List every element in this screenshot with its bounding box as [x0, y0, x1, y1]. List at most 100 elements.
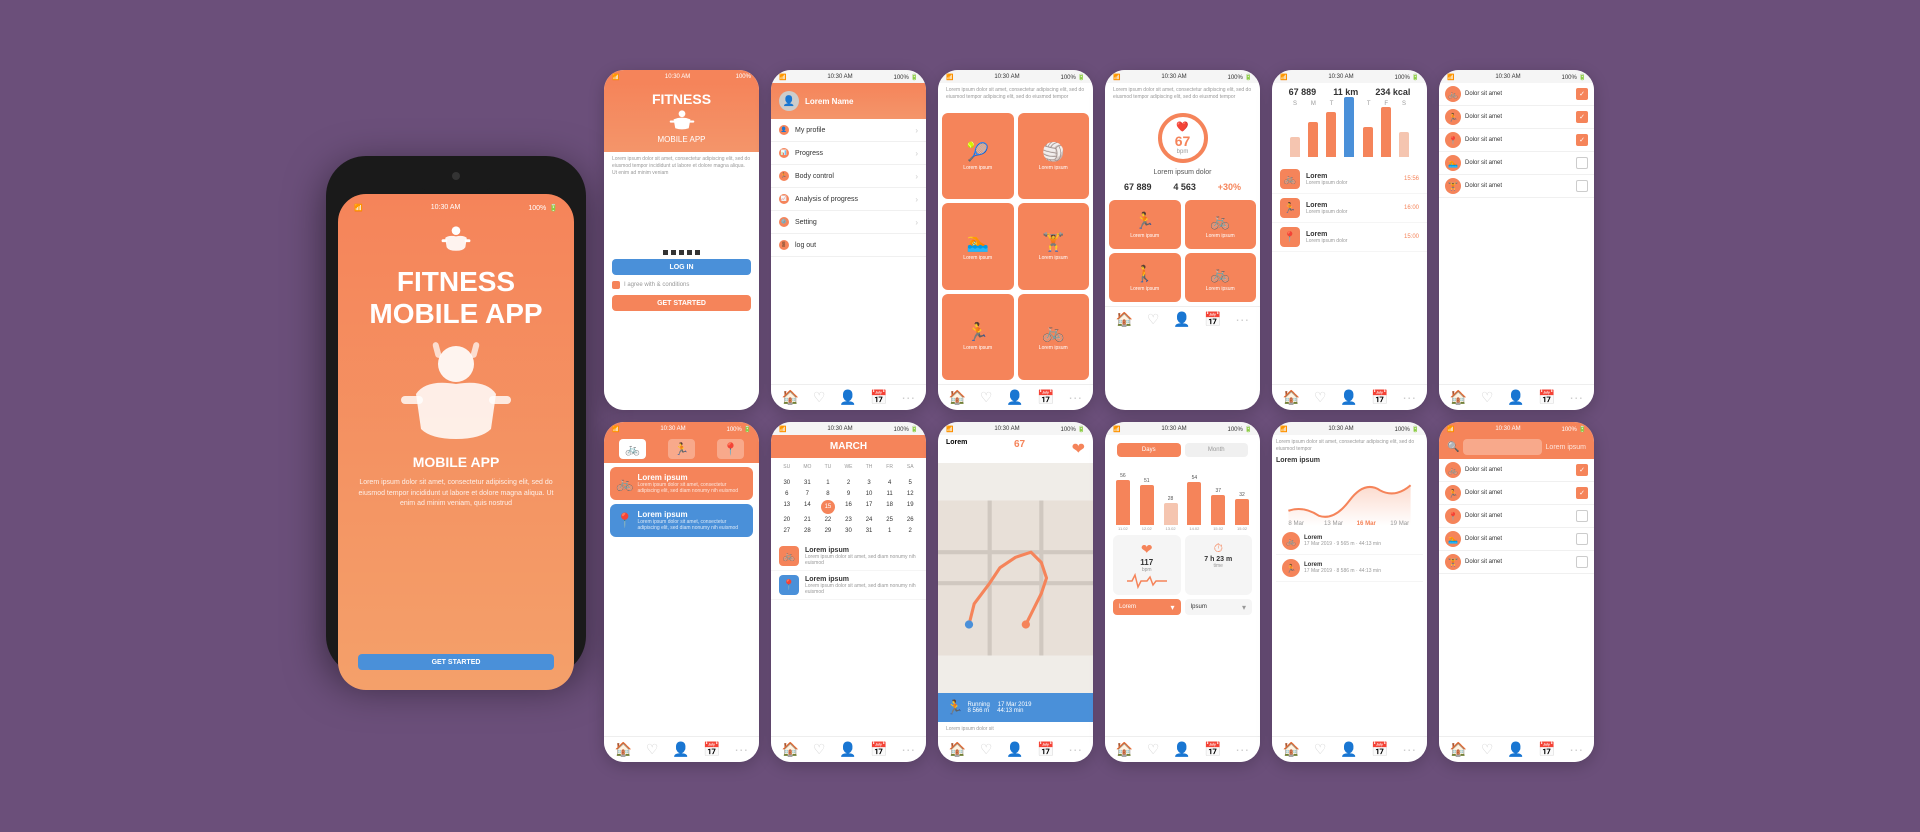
nav-home-7[interactable]: 🏠	[615, 741, 632, 758]
nav-cal-3[interactable]: 📅	[1037, 389, 1054, 406]
nav-heart-4[interactable]: ♡	[1147, 311, 1160, 328]
cal-d-31[interactable]: 31	[798, 478, 818, 488]
nav-home-8[interactable]: 🏠	[782, 741, 799, 758]
nav-user-10[interactable]: 👤	[1173, 741, 1190, 758]
toggle-month[interactable]: Month	[1185, 443, 1249, 457]
menu-logout[interactable]: 🚪 log out	[771, 234, 926, 257]
nav-heart-5[interactable]: ♡	[1314, 389, 1327, 406]
result-check-4[interactable]	[1576, 533, 1588, 545]
nav-user-8[interactable]: 👤	[839, 741, 856, 758]
nav-cal-8[interactable]: 📅	[870, 741, 887, 758]
cal-d-24[interactable]: 24	[859, 515, 879, 525]
nav-home-3[interactable]: 🏠	[949, 389, 966, 406]
nav-heart-3[interactable]: ♡	[980, 389, 993, 406]
nav-user-4[interactable]: 👤	[1173, 311, 1190, 328]
nav-more-7[interactable]: ···	[734, 741, 748, 758]
nav-user-6[interactable]: 👤	[1507, 389, 1524, 406]
nav-user-3[interactable]: 👤	[1006, 389, 1023, 406]
icon-cell-run[interactable]: 🏃 Lorem ipsum	[1109, 200, 1181, 249]
cal-d-8[interactable]: 8	[818, 489, 838, 499]
result-3[interactable]: 📍 Dolor sit amet	[1439, 505, 1594, 528]
nav-cal-9[interactable]: 📅	[1037, 741, 1054, 758]
cal-d-19[interactable]: 19	[900, 500, 920, 514]
cal-d-31b[interactable]: 31	[859, 526, 879, 536]
big-get-started-btn[interactable]: GET STARTED	[358, 654, 554, 670]
workout-1[interactable]: 🚲 Lorem 17 Mar 2019 · 9 565 m · 44:13 mi…	[1276, 528, 1423, 555]
nav-cal-12[interactable]: 📅	[1538, 741, 1555, 758]
nav-cal-5[interactable]: 📅	[1371, 389, 1388, 406]
activity-1[interactable]: 🚲 Lorem Lorem ipsum dolor 15:56	[1272, 165, 1427, 194]
nav-user-7[interactable]: 👤	[672, 741, 689, 758]
nav-heart-8[interactable]: ♡	[813, 741, 826, 758]
menu-analysis[interactable]: 📈 Analysis of progress ›	[771, 188, 926, 211]
toggle-days[interactable]: Days	[1117, 443, 1181, 457]
nav-user-12[interactable]: 👤	[1507, 741, 1524, 758]
cal-activity-1[interactable]: 🚲 Lorem ipsum Lorem ipsum dolor sit amet…	[771, 542, 926, 571]
icon-pin-bar[interactable]: 📍	[717, 439, 744, 459]
check-box-5[interactable]	[1576, 180, 1588, 192]
icon-cell-bike[interactable]: 🚲 Lorem ipsum	[1185, 200, 1257, 249]
cal-d-1[interactable]: 1	[818, 478, 838, 488]
nav-heart-11[interactable]: ♡	[1314, 741, 1327, 758]
result-check-2[interactable]: ✓	[1576, 487, 1588, 499]
nav-home[interactable]: 🏠	[782, 389, 799, 406]
check-3[interactable]: 📍 Dolor sit amet ✓	[1439, 129, 1594, 152]
nav-more-8[interactable]: ···	[901, 741, 915, 758]
nav-home-5[interactable]: 🏠	[1283, 389, 1300, 406]
cat-gym[interactable]: 🏋️ Lorem ipsum	[1018, 203, 1090, 289]
check-box-3[interactable]: ✓	[1576, 134, 1588, 146]
nav-more-9[interactable]: ···	[1068, 741, 1082, 758]
result-check-5[interactable]	[1576, 556, 1588, 568]
nav-home-12[interactable]: 🏠	[1450, 741, 1467, 758]
nav-more[interactable]: ···	[901, 389, 915, 406]
cal-d-21[interactable]: 21	[798, 515, 818, 525]
nav-cal-7[interactable]: 📅	[703, 741, 720, 758]
nav-cal-4[interactable]: 📅	[1204, 311, 1221, 328]
cat-run[interactable]: 🏃 Lorem ipsum	[942, 294, 1014, 380]
cal-d-11[interactable]: 11	[880, 489, 900, 499]
dropdown-1[interactable]: Lorem ▾	[1113, 599, 1181, 615]
cal-d-20[interactable]: 20	[777, 515, 797, 525]
result-2[interactable]: 🏃 Dolor sit amet ✓	[1439, 482, 1594, 505]
cat-swim[interactable]: 🏊 Lorem ipsum	[942, 203, 1014, 289]
workout-2[interactable]: 🏃 Lorem 17 Mar 2019 · 8 586 m · 44:13 mi…	[1276, 555, 1423, 582]
icon-cell-walk[interactable]: 🚶 Lorem ipsum	[1109, 253, 1181, 302]
cal-d-30b[interactable]: 30	[839, 526, 859, 536]
cal-d-10[interactable]: 10	[859, 489, 879, 499]
nav-heart-7[interactable]: ♡	[646, 741, 659, 758]
cal-d-25[interactable]: 25	[880, 515, 900, 525]
cat-bike[interactable]: 🚲 Lorem ipsum	[1018, 294, 1090, 380]
nav-more-11[interactable]: ···	[1402, 741, 1416, 758]
icon-cell-gym2[interactable]: 🚲 Lorem ipsum	[1185, 253, 1257, 302]
activity-card-1[interactable]: 🚲 Lorem ipsum Lorem ipsum dolor sit amet…	[610, 467, 753, 500]
cal-d-2[interactable]: 2	[839, 478, 859, 488]
sp-login-btn[interactable]: LOG IN	[612, 259, 751, 275]
cat-volleyball[interactable]: 🏐 Lorem ipsum	[1018, 113, 1090, 199]
nav-home-9[interactable]: 🏠	[949, 741, 966, 758]
check-1[interactable]: 🚲 Dolor sit amet ✓	[1439, 83, 1594, 106]
cal-d-1b[interactable]: 1	[880, 526, 900, 536]
nav-cal[interactable]: 📅	[870, 389, 887, 406]
result-4[interactable]: 🏊 Dolor sit amet	[1439, 528, 1594, 551]
cal-activity-2[interactable]: 📍 Lorem ipsum Lorem ipsum dolor sit amet…	[771, 571, 926, 600]
check-box-4[interactable]	[1576, 157, 1588, 169]
dropdown-2[interactable]: Ipsum ▾	[1185, 599, 1253, 615]
nav-user[interactable]: 👤	[839, 389, 856, 406]
nav-home-6[interactable]: 🏠	[1450, 389, 1467, 406]
cal-d-today[interactable]: 15	[821, 500, 835, 514]
cal-d-13[interactable]: 13	[777, 500, 797, 514]
check-2[interactable]: 🏃 Dolor sit amet ✓	[1439, 106, 1594, 129]
cal-d-9[interactable]: 9	[839, 489, 859, 499]
result-check-1[interactable]: ✓	[1576, 464, 1588, 476]
nav-heart[interactable]: ♡	[813, 389, 826, 406]
cal-d-27[interactable]: 27	[777, 526, 797, 536]
activity-2[interactable]: 🏃 Lorem Lorem ipsum dolor 16:00	[1272, 194, 1427, 223]
sp-input-3[interactable]	[612, 215, 751, 229]
nav-more-6[interactable]: ···	[1569, 389, 1583, 406]
cal-d-3[interactable]: 3	[859, 478, 879, 488]
nav-heart-12[interactable]: ♡	[1481, 741, 1494, 758]
cal-d-7[interactable]: 7	[798, 489, 818, 499]
icon-run-bar[interactable]: 🏃	[668, 439, 695, 459]
sp-start-btn[interactable]: GET STARTED	[612, 295, 751, 311]
cal-d-2b[interactable]: 2	[900, 526, 920, 536]
